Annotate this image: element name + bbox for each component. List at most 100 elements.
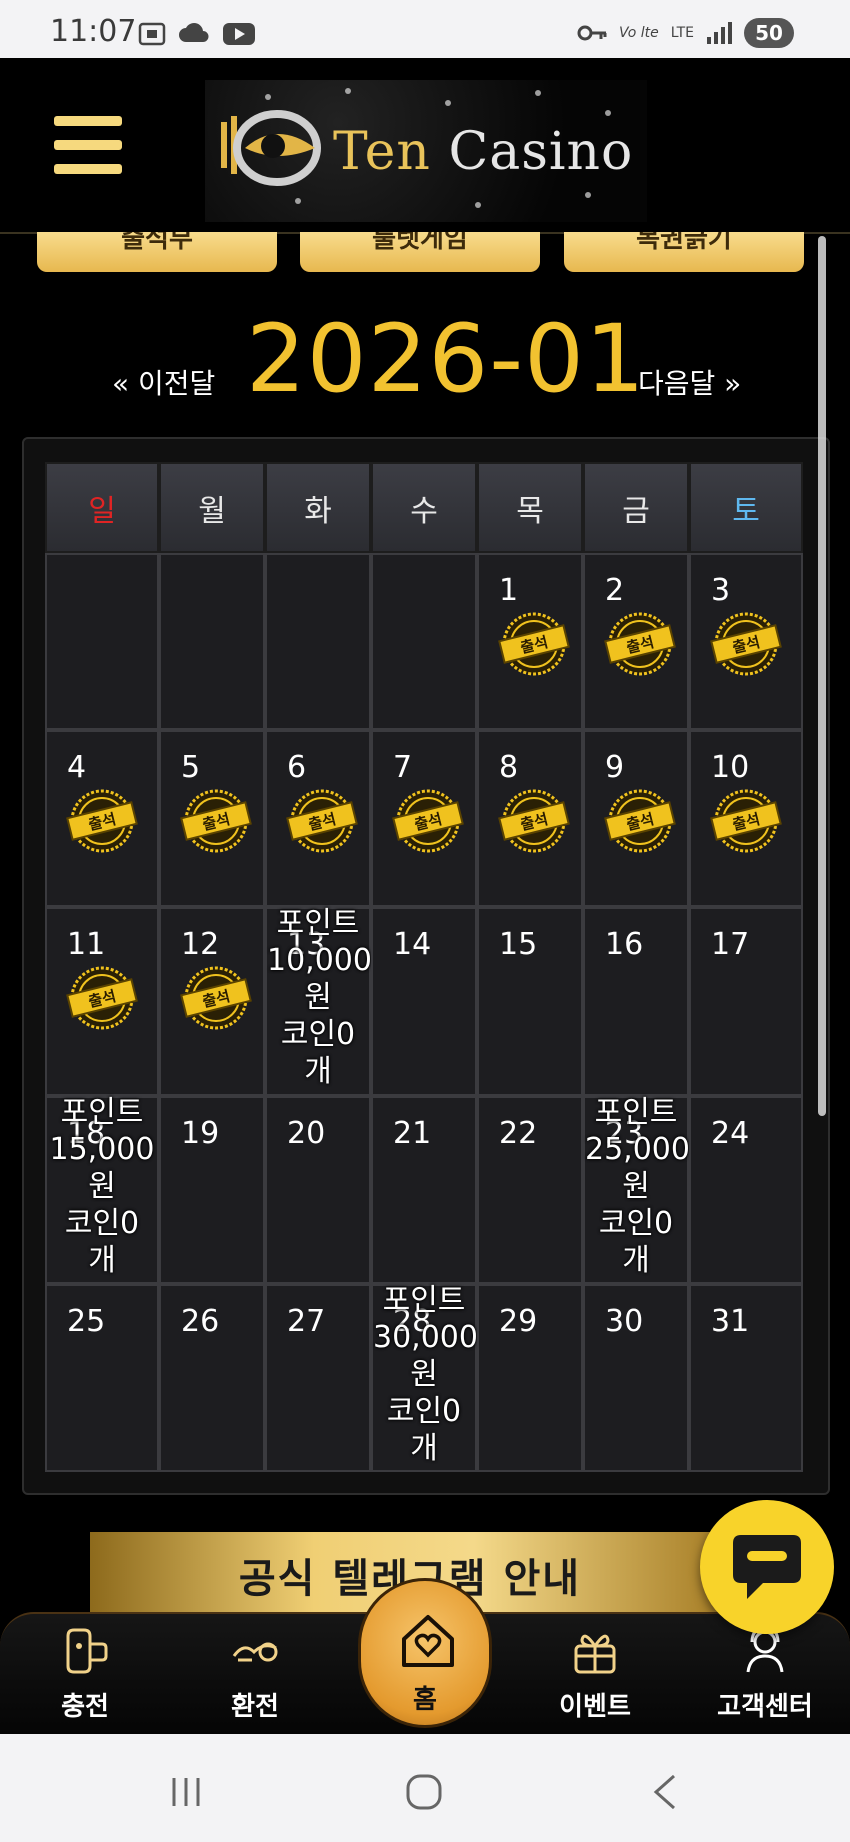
nav-home[interactable]: 홈 [358,1578,492,1728]
attendance-stamp-icon: 출석 [710,612,782,676]
menu-icon[interactable] [54,116,122,174]
key-icon [577,25,607,41]
day-number: 10 [711,750,750,785]
youtube-icon [223,23,255,45]
day-number: 19 [181,1116,220,1151]
day-number: 7 [393,750,413,785]
reward-line: 포인트 [594,1095,678,1130]
site-logo[interactable]: Ten Casino [205,80,647,222]
lte-label: LTE [670,25,694,41]
attendance-stamp-icon: 출석 [604,612,676,676]
calendar-day-17: 17 [689,907,803,1096]
day-number: 9 [605,750,625,785]
day-number: 4 [67,750,87,785]
chat-button[interactable] [700,1500,834,1634]
calendar-day-9: 9 출석 [583,730,689,907]
calendar-day-10: 10 출석 [689,730,803,907]
exchange-icon [232,1642,278,1662]
calendar-day-7: 7 출석 [371,730,477,907]
recent-apps-icon[interactable] [168,1774,204,1810]
calendar-day-14: 14 [371,907,477,1096]
screenshot-icon [138,22,166,46]
reward-text: 포인트 25,000 원 코인0 개 [585,1094,690,1279]
day-number: 12 [181,927,220,962]
reward-line: 코인0 [64,1206,140,1241]
prev-month-link[interactable]: « 이전달 [112,362,215,402]
calendar-day-2: 2 출석 [583,553,689,730]
attendance-stamp-icon: 출석 [392,789,464,853]
status-icons-right: Vo lte LTE 50 [577,18,794,48]
scratch-lottery-button[interactable]: 복권긁기 [564,232,804,272]
day-number: 14 [393,927,432,962]
day-number: 5 [181,750,201,785]
calendar-day-26: 26 [159,1284,265,1472]
calendar-day-19: 19 [159,1096,265,1284]
calendar-day-25: 25 [45,1284,159,1472]
status-time: 11:07 [50,14,137,49]
calendar-day-18: 18 포인트 15,000 원 코인0 개 [45,1094,159,1284]
day-number: 11 [67,927,106,962]
nav-charge[interactable]: 충전 [25,1614,145,1736]
day-number: 3 [711,573,731,608]
calendar-empty-cell [265,553,371,730]
day-number: 22 [499,1116,538,1151]
calendar-day-22: 22 [477,1096,583,1284]
calendar-day-1: 1 출석 [477,553,583,730]
reward-line: 30,000 [373,1320,478,1355]
day-number: 25 [67,1304,106,1339]
day-number: 15 [499,927,538,962]
calendar-empty-cell [45,553,159,730]
next-month-link[interactable]: 다음달 » [638,362,741,402]
reward-line: 개 [622,1243,650,1278]
system-nav-bar [0,1734,850,1842]
day-number: 30 [605,1304,644,1339]
home-heart-icon [402,1615,454,1667]
calendar-day-8: 8 출석 [477,730,583,907]
reward-line: 포인트 [382,1283,466,1318]
weekday-sun: 일 [45,462,159,553]
calendar-day-24: 24 [689,1096,803,1284]
attendance-button[interactable]: 출석부 [37,232,277,272]
attendance-stamp-icon: 출석 [604,789,676,853]
weekday-wed: 수 [371,462,477,553]
day-number: 26 [181,1304,220,1339]
weekday-thu: 목 [477,462,583,553]
attendance-stamp-icon: 출석 [66,789,138,853]
calendar-day-23: 23 포인트 25,000 원 코인0 개 [583,1094,690,1284]
day-number: 1 [499,573,519,608]
home-nav-icon[interactable] [404,1772,444,1812]
status-bar: 11:07 Vo lte LTE 50 [0,0,850,58]
calendar-day-12: 12 출석 [159,907,265,1096]
chat-bubble-icon [733,1535,801,1599]
nav-exchange[interactable]: 환전 [195,1614,315,1736]
calendar-day-28: 28 포인트 30,000 원 코인0 개 [371,1283,478,1472]
calendar-day-20: 20 [265,1096,371,1284]
day-number: 29 [499,1304,538,1339]
calendar-empty-cell [159,553,265,730]
month-title: 2026-01 [246,305,646,414]
reward-line: 원 [88,1169,116,1204]
reward-line: 개 [88,1243,116,1278]
calendar-day-6: 6 출석 [265,730,371,907]
weekday-fri: 금 [583,462,689,553]
back-nav-icon[interactable] [650,1772,680,1812]
cloud-icon [179,23,209,42]
day-number: 2 [605,573,625,608]
nav-event[interactable]: 이벤트 [535,1614,655,1736]
day-number: 17 [711,927,750,962]
reward-line: 포인트 [276,906,360,941]
day-number: 8 [499,750,519,785]
reward-text: 포인트 15,000 원 코인0 개 [47,1094,157,1279]
reward-text: 포인트 10,000 원 코인0 개 [267,905,372,1090]
calendar-day-31: 31 [689,1284,803,1472]
calendar-day-11: 11 출석 [45,907,159,1096]
scrollbar[interactable] [818,236,826,1116]
calendar-day-3: 3 출석 [689,553,803,730]
reward-line: 원 [304,980,332,1015]
attendance-stamp-icon: 출석 [710,789,782,853]
logo-eye-icon [221,110,321,186]
roulette-button[interactable]: 룰렛게임 [300,232,540,272]
attendance-stamp-icon: 출석 [66,966,138,1030]
app-screen: 11:07 Vo lte LTE 50 Ten Casino 출석부 룰렛게임 … [0,0,850,1842]
day-number: 16 [605,927,644,962]
